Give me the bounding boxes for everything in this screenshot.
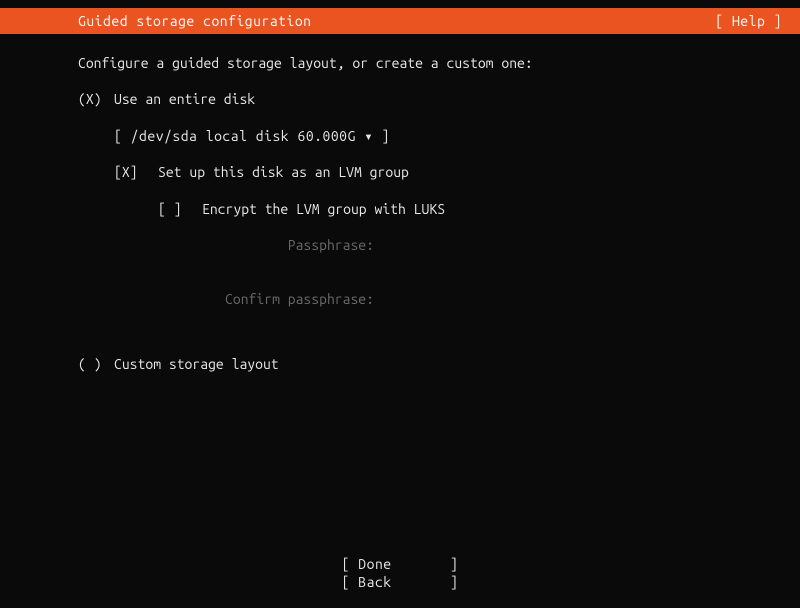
option-entire-disk[interactable]: (X) Use an entire disk bbox=[78, 88, 800, 110]
confirm-passphrase-row: Confirm passphrase: bbox=[158, 288, 800, 310]
main-content: Configure a guided storage layout, or cr… bbox=[0, 34, 800, 375]
done-button[interactable]: [ Done ] bbox=[342, 556, 459, 572]
option-custom-layout[interactable]: ( ) Custom storage layout bbox=[78, 353, 800, 375]
passphrase-row: Passphrase: bbox=[158, 234, 800, 256]
instruction-text: Configure a guided storage layout, or cr… bbox=[78, 52, 800, 74]
header-bar: Guided storage configuration [ Help ] bbox=[0, 8, 800, 34]
option-label-custom: Custom storage layout bbox=[114, 353, 800, 375]
entire-disk-subblock: [ /dev/sda local disk 60.000G ▾ ] [X] Se… bbox=[114, 125, 800, 311]
help-button[interactable]: [ Help ] bbox=[715, 13, 782, 29]
footer: [ Done ] [ Back ] bbox=[0, 556, 800, 590]
passphrase-label: Passphrase: bbox=[158, 234, 382, 256]
radio-marker-custom: ( ) bbox=[78, 353, 114, 375]
checkbox-label-lvm: Set up this disk as an LVM group bbox=[158, 161, 409, 183]
back-button[interactable]: [ Back ] bbox=[342, 574, 459, 590]
check-marker-encrypt: [ ] bbox=[158, 198, 202, 220]
disk-selector-dropdown[interactable]: [ /dev/sda local disk 60.000G ▾ ] bbox=[114, 125, 800, 147]
check-marker-lvm: [X] bbox=[114, 161, 158, 183]
confirm-passphrase-label: Confirm passphrase: bbox=[158, 288, 382, 310]
page-title: Guided storage configuration bbox=[78, 13, 312, 29]
checkbox-lvm[interactable]: [X] Set up this disk as an LVM group bbox=[114, 161, 800, 183]
option-label-entire-disk: Use an entire disk bbox=[114, 88, 800, 110]
checkbox-label-encrypt: Encrypt the LVM group with LUKS bbox=[202, 198, 445, 220]
radio-marker-entire-disk: (X) bbox=[78, 88, 114, 110]
lvm-subblock: [ ] Encrypt the LVM group with LUKS Pass… bbox=[158, 198, 800, 311]
checkbox-encrypt[interactable]: [ ] Encrypt the LVM group with LUKS bbox=[158, 198, 800, 220]
